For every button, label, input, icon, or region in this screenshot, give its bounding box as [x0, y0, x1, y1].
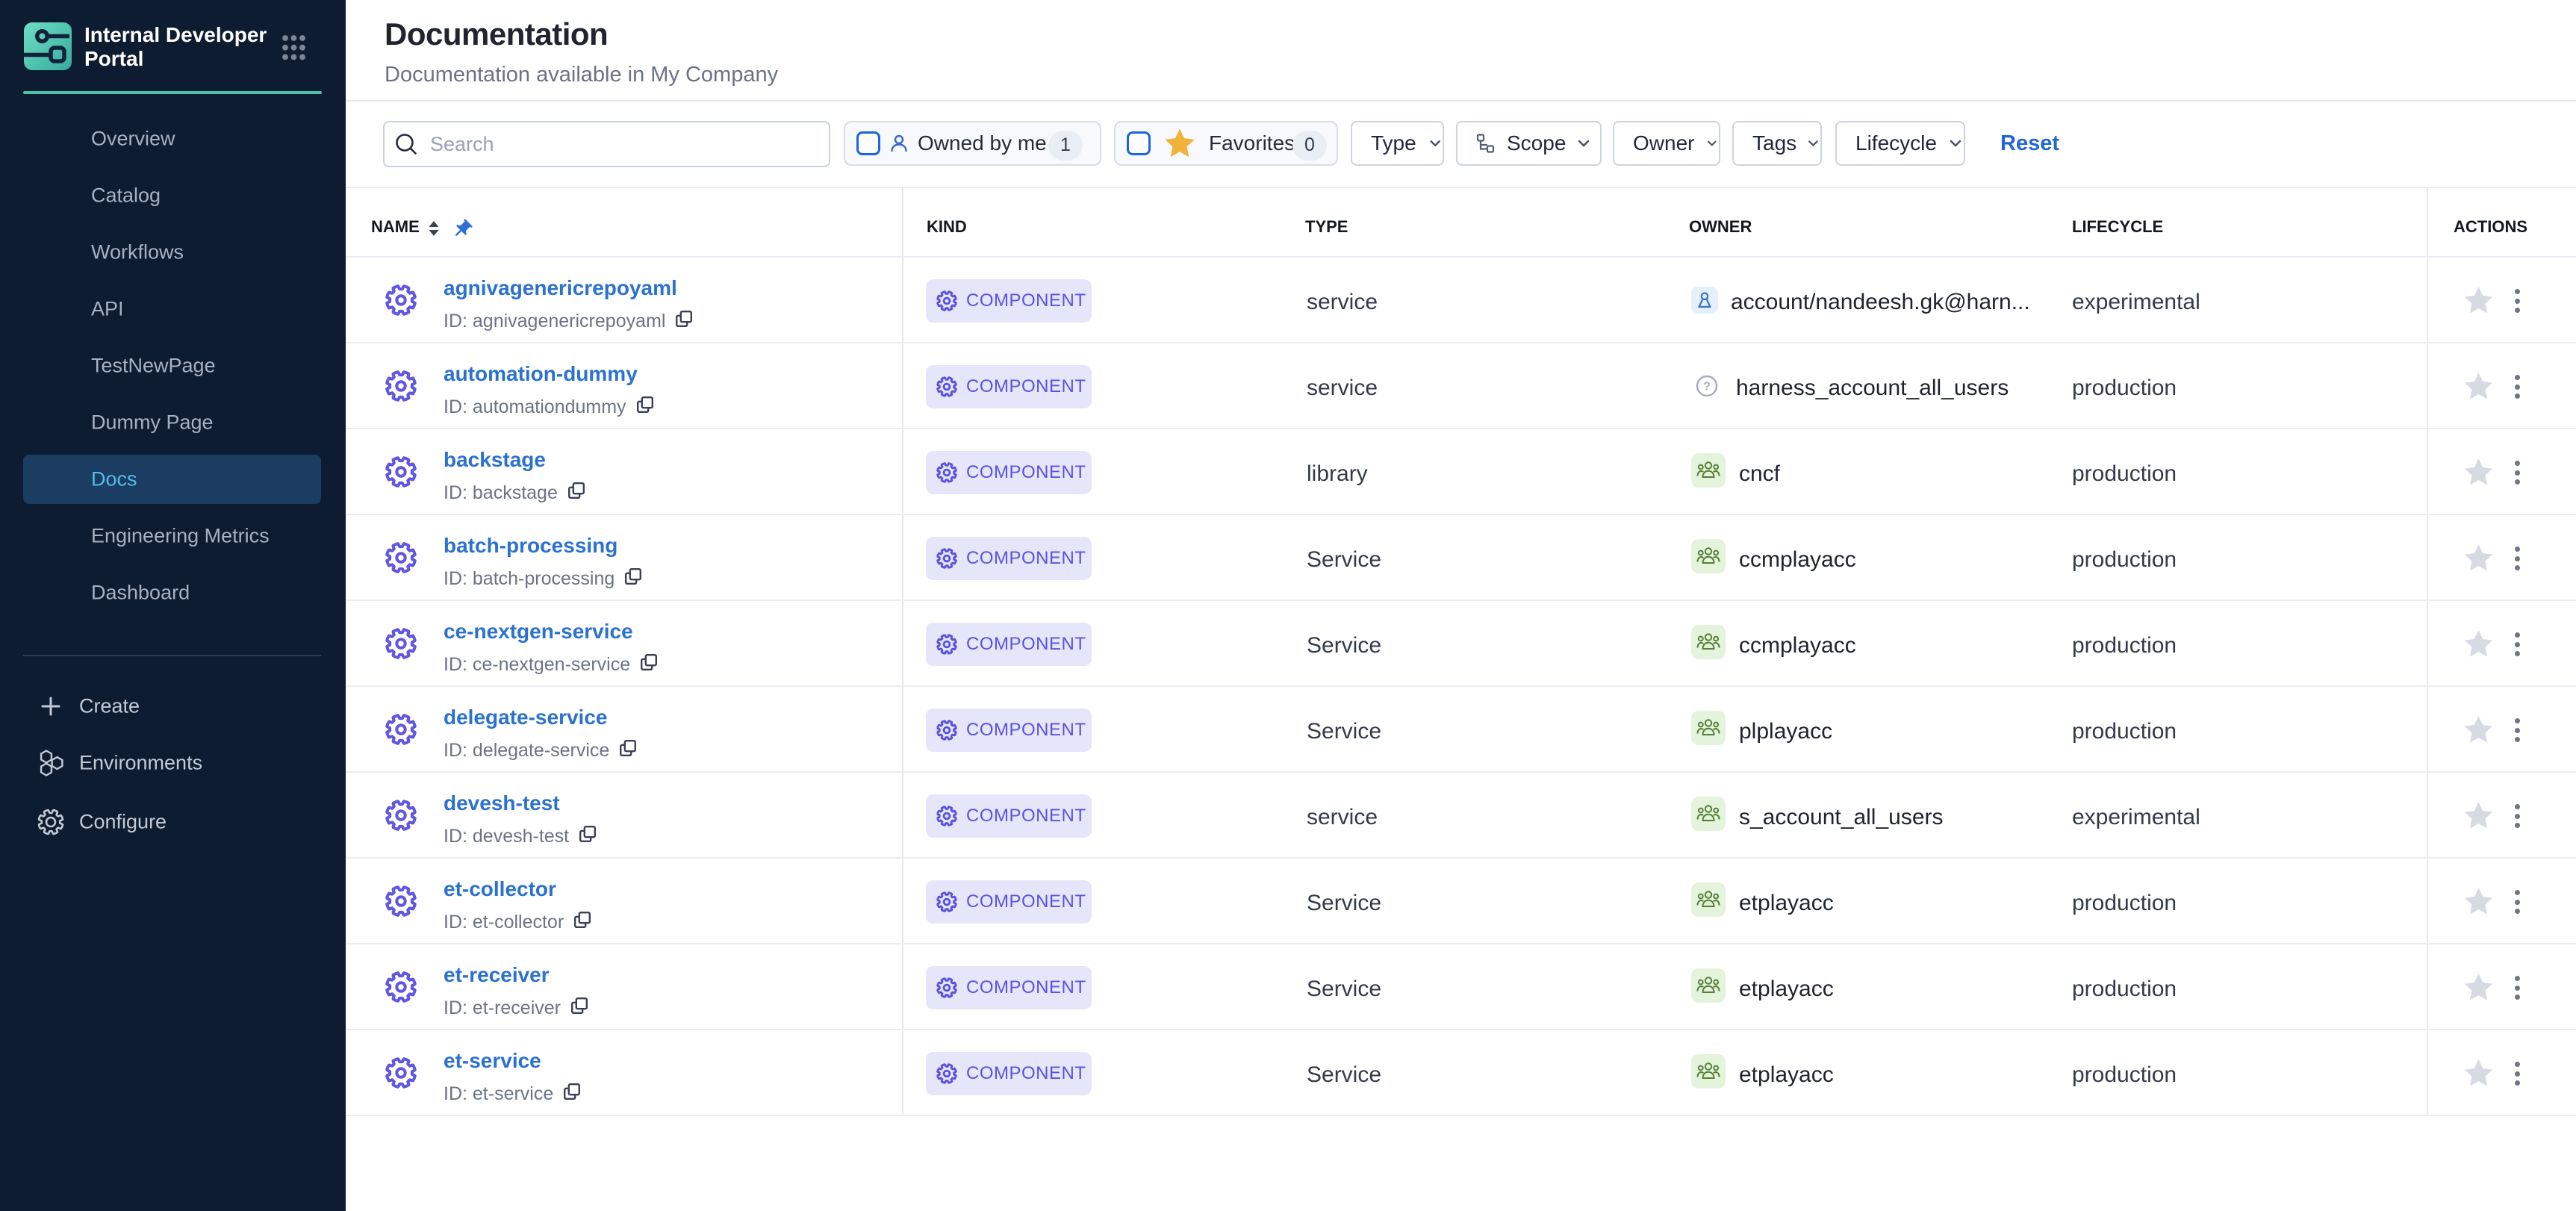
svg-text:?: ? [1703, 381, 1711, 393]
